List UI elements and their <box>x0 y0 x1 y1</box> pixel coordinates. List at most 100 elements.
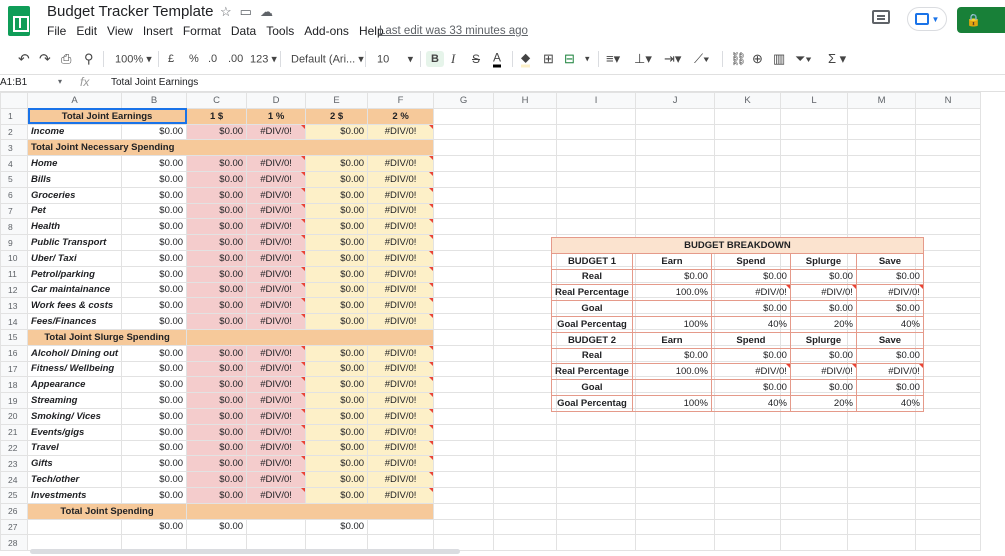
amount-b[interactable]: $0.00 <box>121 407 188 425</box>
cell[interactable] <box>433 265 495 283</box>
col-c-header[interactable]: 1 $ <box>186 107 248 125</box>
percent-d[interactable]: #DIV/0! <box>246 439 307 457</box>
cell[interactable] <box>847 502 917 520</box>
cell[interactable] <box>915 297 982 315</box>
cell[interactable] <box>915 534 982 552</box>
cell[interactable] <box>915 502 982 520</box>
row-header[interactable]: 25 <box>0 486 28 504</box>
cell[interactable] <box>635 202 716 220</box>
row-header[interactable]: 2 <box>0 123 28 141</box>
percent-d[interactable]: #DIV/0! <box>246 407 307 425</box>
cell[interactable] <box>915 471 982 488</box>
cell[interactable] <box>780 486 849 504</box>
percent-d[interactable]: #DIV/0! <box>246 218 307 236</box>
amount-c[interactable]: $0.00 <box>186 439 248 457</box>
cell[interactable] <box>433 107 495 125</box>
cell[interactable] <box>433 471 495 488</box>
row-header[interactable]: 15 <box>0 328 28 346</box>
amount-e[interactable]: $0.00 <box>305 471 369 488</box>
percent-f[interactable]: #DIV/0! <box>367 407 435 425</box>
cell[interactable] <box>915 123 982 141</box>
cell[interactable] <box>915 313 982 330</box>
category-label[interactable]: Bills <box>26 170 123 188</box>
amount-e[interactable]: $0.00 <box>305 486 369 504</box>
percent-d[interactable]: #DIV/0! <box>246 155 307 172</box>
percent-f[interactable]: #DIV/0! <box>367 281 435 299</box>
category-label[interactable]: Travel <box>26 439 123 457</box>
more-formats-button[interactable]: 123 ▾ <box>250 53 277 66</box>
category-label[interactable]: Work fees & costs <box>26 297 123 315</box>
cell[interactable] <box>635 471 716 488</box>
percent-d[interactable]: #DIV/0! <box>246 202 307 220</box>
budget-row-label[interactable]: Goal <box>551 300 633 317</box>
cell[interactable] <box>493 265 558 283</box>
cell[interactable] <box>780 107 849 125</box>
percent-f[interactable]: #DIV/0! <box>367 360 435 378</box>
cell[interactable] <box>635 518 716 536</box>
cell[interactable] <box>556 534 637 552</box>
amount-b[interactable]: $0.00 <box>121 486 188 504</box>
amount-e[interactable]: $0.00 <box>305 392 369 409</box>
sheets-logo-icon[interactable] <box>8 6 30 36</box>
cell[interactable] <box>493 139 558 157</box>
share-button[interactable]: 🔒 Share <box>957 7 1005 53</box>
col-header-h[interactable]: H <box>493 92 558 109</box>
cell[interactable] <box>915 486 982 504</box>
col-d-header[interactable]: 1 % <box>246 107 307 125</box>
percent-d[interactable]: #DIV/0! <box>246 360 307 378</box>
budget-name[interactable]: BUDGET 2 <box>551 331 633 349</box>
amount-e[interactable]: $0.00 <box>305 234 369 251</box>
cell[interactable] <box>780 155 849 172</box>
amount-b[interactable]: $0.00 <box>121 249 188 267</box>
cell[interactable] <box>714 202 782 220</box>
cell[interactable] <box>556 186 637 204</box>
amount-b[interactable]: $0.00 <box>121 423 188 441</box>
italic-button[interactable]: I <box>451 51 455 67</box>
budget-col-header[interactable]: Splurge <box>789 331 857 349</box>
amount-e[interactable]: $0.00 <box>305 249 369 267</box>
cell[interactable] <box>493 249 558 267</box>
percent-f[interactable]: #DIV/0! <box>367 313 435 330</box>
cell[interactable] <box>714 534 782 552</box>
cell[interactable] <box>556 107 637 125</box>
category-label[interactable]: Fees/Finances <box>26 313 123 330</box>
amount-e[interactable]: $0.00 <box>305 265 369 283</box>
row-header[interactable]: 18 <box>0 376 28 394</box>
budget-value[interactable]: $0.00 <box>631 347 712 365</box>
cell[interactable] <box>780 502 849 520</box>
redo-icon[interactable]: ↷ <box>39 51 51 68</box>
percent-d[interactable]: #DIV/0! <box>246 297 307 315</box>
percent-d[interactable]: #DIV/0! <box>246 186 307 204</box>
budget-row-label[interactable]: Real Percentage <box>551 284 633 302</box>
cell[interactable] <box>714 155 782 172</box>
row-header[interactable]: 7 <box>0 202 28 220</box>
col-header-i[interactable]: I <box>556 92 637 109</box>
cell[interactable] <box>780 218 849 236</box>
cell[interactable] <box>915 439 982 457</box>
budget-value[interactable]: 100.0% <box>631 363 712 381</box>
print-icon[interactable]: ⎙ <box>61 51 71 67</box>
col-header-b[interactable]: B <box>121 92 188 109</box>
cell[interactable] <box>493 455 558 473</box>
budget-value[interactable]: #DIV/0! <box>855 363 924 381</box>
amount-c[interactable]: $0.00 <box>186 234 248 251</box>
cell[interactable] <box>847 123 917 141</box>
amount-e[interactable]: $0.00 <box>305 455 369 473</box>
align-left-icon[interactable]: ≡▾ <box>606 51 620 67</box>
budget-value[interactable]: 20% <box>789 394 857 412</box>
cell[interactable] <box>847 534 917 552</box>
amount-b[interactable]: $0.00 <box>121 439 188 457</box>
category-label[interactable]: Health <box>26 218 123 236</box>
cell[interactable] <box>556 170 637 188</box>
cell[interactable] <box>493 234 558 251</box>
cell[interactable] <box>433 297 495 315</box>
percent-d[interactable]: #DIV/0! <box>246 344 307 362</box>
cell[interactable] <box>433 376 495 394</box>
cell[interactable] <box>493 534 558 552</box>
row-header[interactable]: 14 <box>0 313 28 330</box>
percent-d[interactable]: #DIV/0! <box>246 281 307 299</box>
budget-row-label[interactable]: Real <box>551 268 633 286</box>
cell[interactable] <box>714 502 782 520</box>
total-e[interactable]: $0.00 <box>305 518 369 536</box>
amount-e[interactable]: $0.00 <box>305 439 369 457</box>
